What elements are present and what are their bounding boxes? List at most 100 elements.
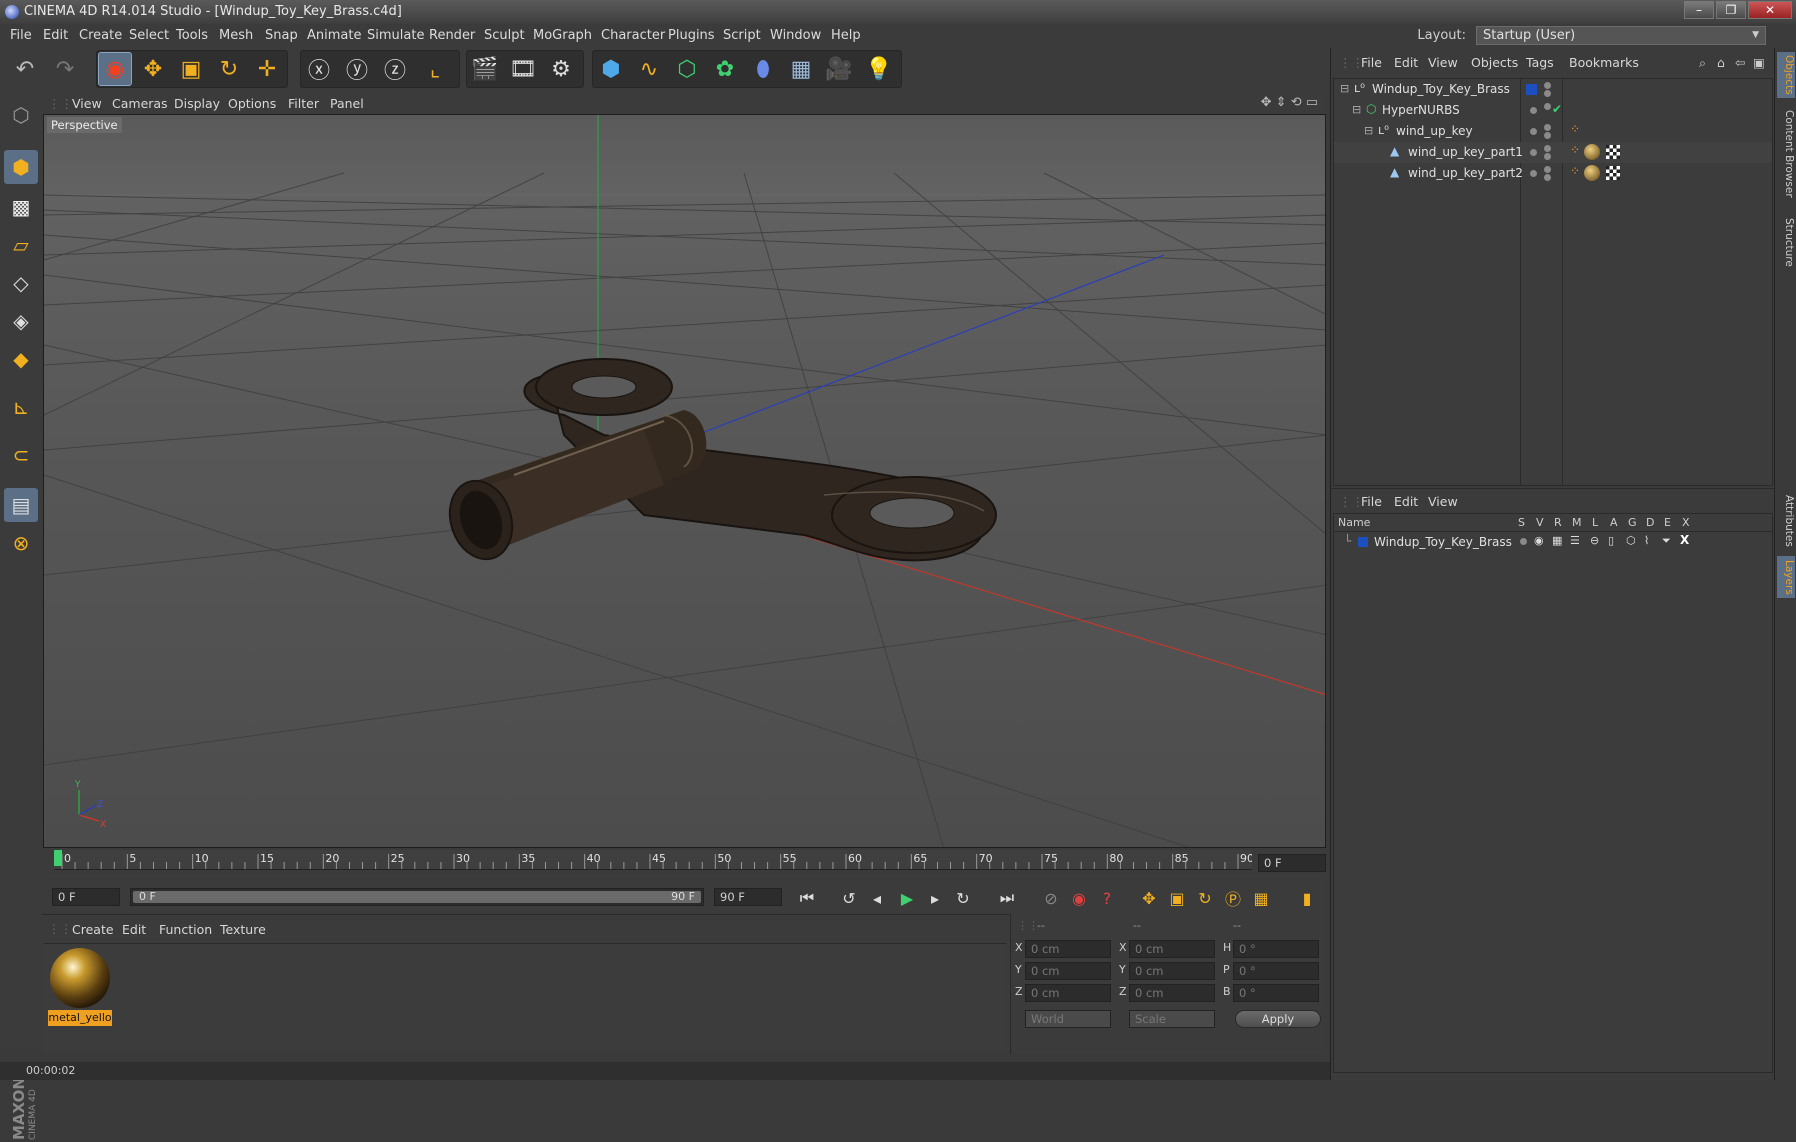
column-locked[interactable]: L <box>1592 516 1598 529</box>
menu-select[interactable]: Select <box>129 28 169 43</box>
cube-object-icon[interactable]: ⬢ <box>594 52 628 86</box>
undo-icon[interactable]: ↶ <box>8 52 42 86</box>
viewport-nav-icons[interactable]: ✥ ⇕ ⟲ ▭ <box>1261 95 1318 110</box>
edges-mode-icon[interactable]: ◈ <box>4 304 38 338</box>
object-name[interactable]: wind_up_key_part1 <box>1408 145 1523 159</box>
tab-content-browser[interactable]: Content Browser <box>1777 106 1795 202</box>
snap-magnet-icon[interactable]: ⊂ <box>4 438 38 472</box>
menu-simulate[interactable]: Simulate <box>367 28 424 43</box>
locked-workplane-icon[interactable]: ▤ <box>4 488 38 522</box>
record-active-icon[interactable]: ⊘ <box>1038 885 1064 911</box>
xref-icon[interactable]: X <box>1680 533 1689 547</box>
object-name[interactable]: wind_up_key <box>1396 124 1473 138</box>
object-row-windup-toy-key-brass[interactable]: ⊟ ʟ⁰ Windup_Toy_Key_Brass <box>1334 79 1772 100</box>
position-z-field[interactable]: 0 cm <box>1025 984 1111 1002</box>
go-to-end-icon[interactable]: ⏭ <box>994 885 1020 911</box>
viewport-menu-cameras[interactable]: Cameras <box>112 96 168 111</box>
size-y-field[interactable]: 0 cm <box>1129 962 1215 980</box>
tab-structure[interactable]: Structure <box>1777 210 1795 274</box>
z-axis-lock-icon[interactable]: ⓩ <box>378 52 412 86</box>
objects-menu-bookmarks[interactable]: Bookmarks <box>1569 55 1639 70</box>
back-icon[interactable]: ⇦ <box>1735 55 1745 70</box>
object-name[interactable]: wind_up_key_part2 <box>1408 166 1523 180</box>
objects-menu-file[interactable]: File <box>1361 55 1382 70</box>
layer-row[interactable]: └ Windup_Toy_Key_Brass ◉ ▦ ☰ ⊖ ▯ ⬡ ⌇ ⏷ X <box>1334 533 1772 552</box>
render-picture-viewer-icon[interactable]: 🎞 <box>506 52 540 86</box>
objects-menu-objects[interactable]: Objects <box>1471 55 1518 70</box>
viewport-menu-view[interactable]: View <box>72 96 102 111</box>
coordinate-system-icon[interactable]: ⌞ <box>418 52 452 86</box>
start-frame-field[interactable]: 0 F <box>52 888 120 906</box>
objects-menu-edit[interactable]: Edit <box>1394 55 1418 70</box>
menu-character[interactable]: Character <box>601 28 665 43</box>
y-axis-lock-icon[interactable]: ⓨ <box>340 52 374 86</box>
timeline-scheme-icon[interactable]: ▮ <box>1294 885 1320 911</box>
light-icon[interactable]: 💡 <box>862 52 896 86</box>
nurbs-icon[interactable]: ⬡ <box>670 52 704 86</box>
object-row-wind-up-key-part2[interactable]: ▲ wind_up_key_part2 ⁘ <box>1334 163 1772 184</box>
go-to-start-icon[interactable]: ⏮ <box>794 885 820 911</box>
menu-mesh[interactable]: Mesh <box>219 28 253 43</box>
move-tool-icon[interactable]: ✥ <box>136 52 170 86</box>
timeline-track[interactable]: 0 5 10 15 20 25 30 35 40 45 50 55 60 65 70 75 80 85 90 <box>54 850 1252 870</box>
spline-icon[interactable]: ∿ <box>632 52 666 86</box>
close-button[interactable]: ✕ <box>1748 1 1792 19</box>
home-icon[interactable]: ⌂ <box>1717 55 1725 70</box>
material-swatch[interactable]: metal_yello <box>48 948 112 1028</box>
position-y-field[interactable]: 0 cm <box>1025 962 1111 980</box>
points-mode-icon[interactable]: ◇ <box>4 266 38 300</box>
material-menu-create[interactable]: Create <box>72 922 114 937</box>
layer-color-swatch[interactable] <box>1526 84 1537 95</box>
menu-render[interactable]: Render <box>429 28 475 43</box>
menu-file[interactable]: File <box>10 28 32 43</box>
tab-objects[interactable]: Objects <box>1777 52 1795 98</box>
menu-mograph[interactable]: MoGraph <box>533 28 592 43</box>
planar-workplane-icon[interactable]: ⊗ <box>4 526 38 560</box>
rotate-tool-icon[interactable]: ↻ <box>212 52 246 86</box>
tab-layers[interactable]: Layers <box>1777 556 1795 598</box>
deformer-icon[interactable]: ⬮ <box>746 52 780 86</box>
visible-eye-icon[interactable]: ◉ <box>1534 534 1544 547</box>
viewport-menu-panel[interactable]: Panel <box>330 96 364 111</box>
manager-icon[interactable]: ☰ <box>1570 534 1580 547</box>
object-name[interactable]: Windup_Toy_Key_Brass <box>1372 82 1510 96</box>
next-frame-icon[interactable]: ▸ <box>922 885 948 911</box>
position-x-field[interactable]: 0 cm <box>1025 940 1111 958</box>
animation-icon[interactable]: ▯ <box>1608 534 1614 547</box>
rotation-h-field[interactable]: 0 ° <box>1233 940 1319 958</box>
timeline-ruler[interactable]: 0 5 10 15 20 25 30 35 40 45 50 55 60 65 70 75 80 85 90 0 F <box>42 848 1326 878</box>
render-view-icon[interactable]: 🎬 <box>468 52 502 86</box>
layer-color-swatch[interactable] <box>1358 537 1368 547</box>
column-visible[interactable]: V <box>1536 516 1544 529</box>
column-animation[interactable]: A <box>1610 516 1618 529</box>
tag-icon[interactable]: ⁘ <box>1570 122 1580 136</box>
size-z-field[interactable]: 0 cm <box>1129 984 1215 1002</box>
objects-menu-tags[interactable]: Tags <box>1526 55 1554 70</box>
workplane-icon[interactable]: ▱ <box>4 228 38 262</box>
new-window-icon[interactable]: ▣ <box>1753 55 1765 70</box>
layout-select[interactable]: Startup (User) <box>1476 26 1766 45</box>
object-row-wind-up-key-part1[interactable]: ▲ wind_up_key_part1 ⁘ <box>1334 142 1772 163</box>
apply-button[interactable]: Apply <box>1235 1010 1321 1028</box>
perspective-viewport[interactable]: Y X Z Perspective <box>43 114 1326 848</box>
deformer-icon[interactable]: ⌇ <box>1644 534 1649 547</box>
rotation-p-field[interactable]: 0 ° <box>1233 962 1319 980</box>
next-key-icon[interactable]: ↻ <box>950 885 976 911</box>
menu-plugins[interactable]: Plugins <box>668 28 715 43</box>
object-row-wind-up-key[interactable]: ⊟ ʟ⁰ wind_up_key ⁘ <box>1334 121 1772 142</box>
keyframe-selection-icon[interactable]: ? <box>1094 885 1120 911</box>
scale-tool-icon[interactable]: ▣ <box>174 52 208 86</box>
column-xref[interactable]: X <box>1682 516 1690 529</box>
frame-range-slider[interactable]: 0 F 90 F <box>130 888 704 906</box>
column-name[interactable]: Name <box>1338 516 1370 529</box>
previous-key-icon[interactable]: ↺ <box>836 885 862 911</box>
lock-icon[interactable]: ⊖ <box>1590 534 1599 547</box>
mograph-cloner-icon[interactable]: ✿ <box>708 52 742 86</box>
redo-icon[interactable]: ↷ <box>48 52 82 86</box>
menu-tools[interactable]: Tools <box>176 28 208 43</box>
key-position-icon[interactable]: ✥ <box>1136 885 1162 911</box>
enabled-check-icon[interactable]: ✔ <box>1552 102 1562 116</box>
layer-name[interactable]: Windup_Toy_Key_Brass <box>1374 535 1512 549</box>
column-solo[interactable]: S <box>1518 516 1525 529</box>
expression-icon[interactable]: ⏷ <box>1662 534 1671 548</box>
